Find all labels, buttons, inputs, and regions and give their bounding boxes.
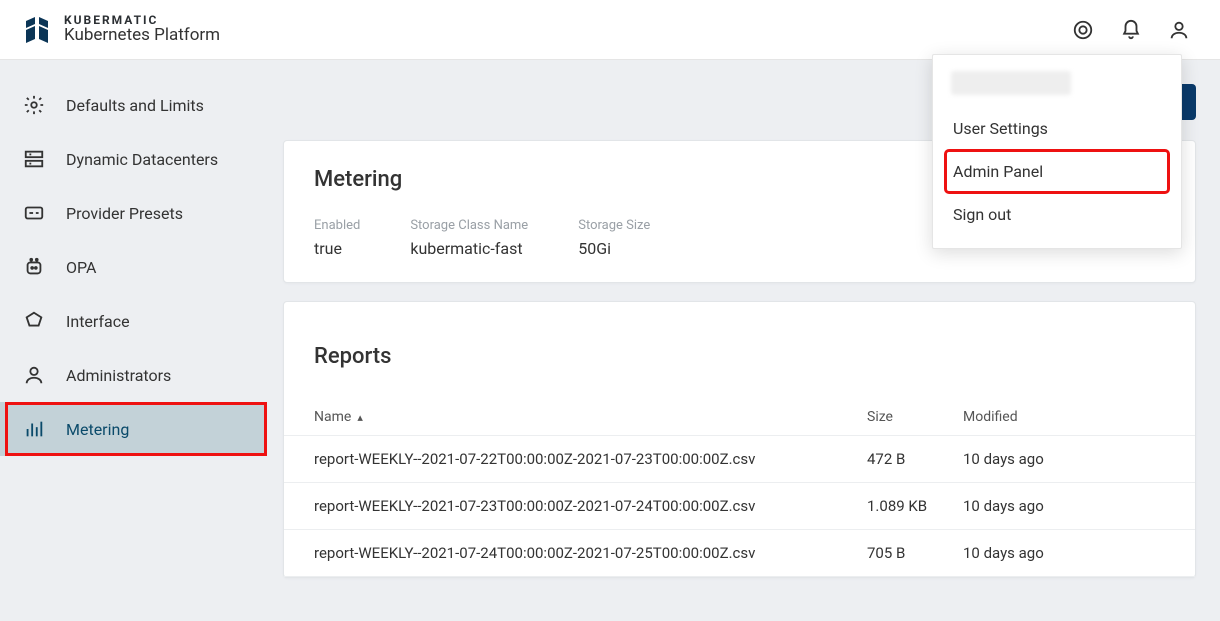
opa-icon: [22, 255, 46, 279]
col-name-header[interactable]: Name ▴: [314, 409, 867, 425]
report-modified: 10 days ago: [963, 544, 1165, 562]
scn-label: Storage Class Name: [410, 218, 528, 233]
kubermatic-logo-icon: [22, 15, 52, 45]
col-modified-header[interactable]: Modified: [963, 409, 1165, 425]
scn-value: kubermatic-fast: [410, 239, 528, 258]
metering-bars-icon: [22, 417, 46, 441]
presets-icon: [22, 201, 46, 225]
report-size: 1.089 KB: [867, 497, 963, 515]
size-label: Storage Size: [578, 218, 650, 233]
col-name-label: Name: [314, 409, 351, 425]
report-size: 472 B: [867, 450, 963, 468]
brand-subtitle: Kubernetes Platform: [64, 27, 220, 45]
sidebar-item-label: Interface: [66, 312, 130, 331]
gear-icon: [22, 93, 46, 117]
user-menu: User Settings Admin Panel Sign out: [932, 54, 1182, 249]
help-icon[interactable]: [1072, 19, 1094, 41]
sidebar-item-label: OPA: [66, 258, 96, 277]
menu-item-sign-out[interactable]: Sign out: [947, 195, 1167, 234]
kv-storage-size: Storage Size 50Gi: [578, 218, 650, 258]
sidebar-item-label: Defaults and Limits: [66, 96, 204, 115]
kv-storage-class-name: Storage Class Name kubermatic-fast: [410, 218, 528, 258]
table-row[interactable]: report-WEEKLY--2021-07-23T00:00:00Z-2021…: [284, 483, 1195, 530]
datacenter-icon: [22, 147, 46, 171]
user-display-name-blurred: [951, 71, 1071, 95]
enabled-label: Enabled: [314, 218, 360, 233]
user-icon[interactable]: [1168, 19, 1190, 41]
sidebar-item-opa[interactable]: OPA: [0, 240, 266, 294]
sidebar: Defaults and Limits Dynamic Datacenters …: [0, 60, 266, 621]
sidebar-item-dynamic-datacenters[interactable]: Dynamic Datacenters: [0, 132, 266, 186]
brand-logo[interactable]: KUBERMATIC Kubernetes Platform: [22, 14, 220, 44]
administrators-icon: [22, 363, 46, 387]
sidebar-item-label: Dynamic Datacenters: [66, 150, 218, 169]
sidebar-item-label: Provider Presets: [66, 204, 183, 223]
table-row[interactable]: report-WEEKLY--2021-07-24T00:00:00Z-2021…: [284, 530, 1195, 577]
report-name: report-WEEKLY--2021-07-23T00:00:00Z-2021…: [314, 497, 867, 515]
report-name: report-WEEKLY--2021-07-22T00:00:00Z-2021…: [314, 450, 867, 468]
sidebar-item-metering[interactable]: Metering: [0, 402, 266, 456]
header-right-icons: [1072, 19, 1200, 41]
col-size-header[interactable]: Size: [867, 409, 963, 425]
report-modified: 10 days ago: [963, 497, 1165, 515]
enabled-value: true: [314, 239, 360, 258]
sidebar-item-label: Metering: [66, 420, 129, 439]
reports-table-head: Name ▴ Size Modified: [284, 391, 1195, 436]
metering-title: Metering: [314, 167, 402, 192]
sidebar-item-defaults-and-limits[interactable]: Defaults and Limits: [0, 78, 266, 132]
report-name: report-WEEKLY--2021-07-24T00:00:00Z-2021…: [314, 544, 867, 562]
sidebar-item-administrators[interactable]: Administrators: [0, 348, 266, 402]
sort-asc-icon: ▴: [357, 411, 363, 424]
report-modified: 10 days ago: [963, 450, 1165, 468]
report-size: 705 B: [867, 544, 963, 562]
menu-item-admin-panel[interactable]: Admin Panel: [947, 152, 1167, 191]
brand-text: KUBERMATIC Kubernetes Platform: [64, 14, 220, 44]
reports-title: Reports: [314, 344, 1165, 369]
reports-card: Reports Name ▴ Size Modified report-WEEK…: [283, 301, 1196, 578]
size-value: 50Gi: [578, 239, 650, 258]
sidebar-item-interface[interactable]: Interface: [0, 294, 266, 348]
sidebar-item-label: Administrators: [66, 366, 171, 385]
interface-icon: [22, 309, 46, 333]
kv-enabled: Enabled true: [314, 218, 360, 258]
menu-item-user-settings[interactable]: User Settings: [947, 109, 1167, 148]
bell-icon[interactable]: [1120, 19, 1142, 41]
app-header: KUBERMATIC Kubernetes Platform: [0, 0, 1220, 60]
sidebar-item-provider-presets[interactable]: Provider Presets: [0, 186, 266, 240]
table-row[interactable]: report-WEEKLY--2021-07-22T00:00:00Z-2021…: [284, 436, 1195, 483]
